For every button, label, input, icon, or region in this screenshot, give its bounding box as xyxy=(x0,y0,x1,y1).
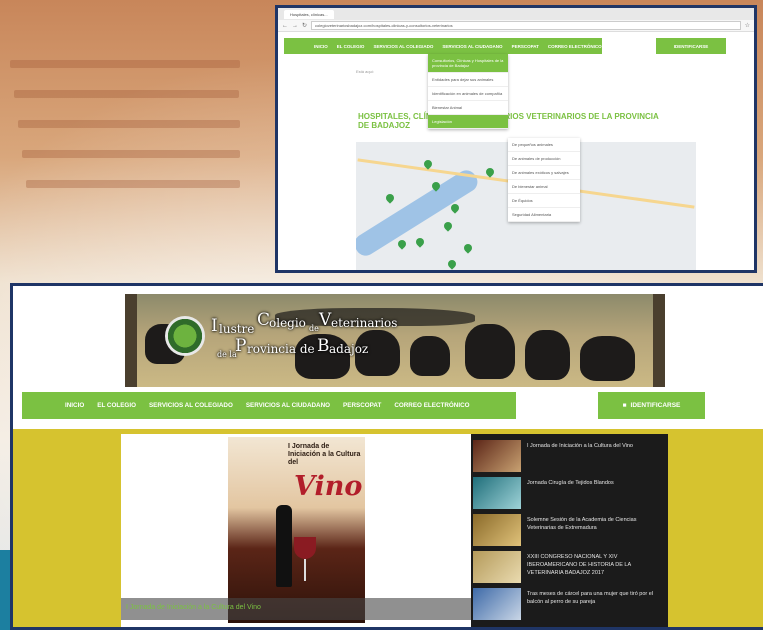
keyboard-row xyxy=(26,180,240,188)
goat-shape xyxy=(465,324,515,379)
browser-tab[interactable]: Hospitales, clínicas... xyxy=(284,9,334,19)
url-field[interactable]: colegioveterinariosbadajoz.com/hospitale… xyxy=(311,21,741,30)
star-icon[interactable]: ☆ xyxy=(745,22,750,29)
news-thumbnail xyxy=(473,440,521,472)
services-dropdown: Consultorios, Clínicas y Hospitales de l… xyxy=(428,54,508,129)
news-thumbnail xyxy=(473,551,521,583)
submenu-item[interactable]: De pequeños animales xyxy=(508,138,580,152)
news-list: I Jornada de Iniciación a la Cultura del… xyxy=(471,434,668,627)
college-name: I lustre C olegio de V eterinarios de la… xyxy=(211,310,398,359)
event-poster[interactable]: I Jornada de Iniciación a la Cultura del… xyxy=(228,437,365,623)
nav-el-colegio[interactable]: EL COLEGIO xyxy=(97,402,136,409)
reload-icon[interactable]: ↻ xyxy=(302,22,307,29)
poster-word: Vino xyxy=(294,471,363,502)
clinic-pin-icon[interactable] xyxy=(442,220,454,232)
clinic-pin-icon[interactable] xyxy=(462,242,474,254)
news-title[interactable]: I Jornada de Iniciación a la Cultura del… xyxy=(527,442,663,450)
nav-inicio[interactable]: INICIO xyxy=(65,402,84,409)
clinic-pin-icon[interactable] xyxy=(446,258,458,270)
dropdown-item[interactable]: Entidades para dejar sus animales xyxy=(428,73,508,87)
dropdown-item[interactable]: Identificación en animales de compañía xyxy=(428,87,508,101)
nav-correo[interactable]: CORREO ELECTRÓNICO xyxy=(394,402,469,409)
identify-button[interactable]: IDENTIFICARSE xyxy=(656,38,726,54)
slide-caption: I Jornada de Iniciación a la Cultura del… xyxy=(121,598,471,620)
news-item[interactable]: Jornada Cirugía de Tejidos Blandos xyxy=(473,475,666,511)
news-title[interactable]: XXIII CONGRESO NACIONAL Y XIV IBEROAMERI… xyxy=(527,553,663,577)
news-item[interactable]: Tras meses de cárcel para una mujer que … xyxy=(473,586,666,622)
header-banner: I lustre C olegio de V eterinarios de la… xyxy=(125,294,665,387)
goat-shape xyxy=(580,336,635,381)
news-thumbnail xyxy=(473,514,521,546)
identify-label: IDENTIFICARSE xyxy=(630,402,681,409)
dropdown-item[interactable]: Bienestar Animal xyxy=(428,101,508,115)
nav-perscopat[interactable]: PERSCOPAT xyxy=(512,44,539,49)
submenu-item[interactable]: De animales exóticos y salvajes xyxy=(508,166,580,180)
nav-el-colegio[interactable]: EL COLEGIO xyxy=(337,44,365,49)
clinic-pin-icon[interactable] xyxy=(384,192,396,204)
clinic-pin-icon[interactable] xyxy=(414,236,426,248)
top-main-nav: INICIO EL COLEGIO SERVICIOS AL COLEGIADO… xyxy=(284,38,602,54)
submenu-item[interactable]: De animales de producción xyxy=(508,152,580,166)
forward-icon[interactable]: → xyxy=(292,23,298,29)
featured-slider[interactable]: I Jornada de Iniciación a la Cultura del… xyxy=(121,434,471,627)
services-submenu: De pequeños animales De animales de prod… xyxy=(508,138,580,222)
news-item[interactable]: I Jornada de Iniciación a la Cultura del… xyxy=(473,438,666,474)
news-title[interactable]: Tras meses de cárcel para una mujer que … xyxy=(527,590,663,606)
nav-perscopat[interactable]: PERSCOPAT xyxy=(343,402,381,409)
nav-servicios-ciudadano[interactable]: SERVICIOS AL CIUDADANO xyxy=(442,44,502,49)
submenu-item[interactable]: De Équidos xyxy=(508,194,580,208)
nav-servicios-ciudadano[interactable]: SERVICIOS AL CIUDADANO xyxy=(246,402,330,409)
keyboard-row xyxy=(14,90,239,98)
nav-inicio[interactable]: INICIO xyxy=(314,44,328,49)
keyboard-row xyxy=(10,60,240,68)
main-nav: INICIO EL COLEGIO SERVICIOS AL COLEGIADO… xyxy=(22,392,516,419)
nav-servicios-colegiado[interactable]: SERVICIOS AL COLEGIADO xyxy=(373,44,433,49)
news-title[interactable]: Solemne Sesión de la Academia de Ciencia… xyxy=(527,516,663,532)
browser-tab-bar: Hospitales, clínicas... xyxy=(278,8,754,20)
page-title: HOSPITALES, CLÍNICAS Y CONSULTORIOS VETE… xyxy=(358,112,659,130)
college-logo[interactable] xyxy=(165,316,205,356)
dropdown-item[interactable]: Consultorios, Clínicas y Hospitales de l… xyxy=(428,54,508,73)
keyboard-row xyxy=(18,120,240,128)
address-bar: ← → ↻ colegioveterinariosbadajoz.com/hos… xyxy=(278,20,754,32)
nav-correo[interactable]: CORREO ELECTRÓNICO xyxy=(548,44,602,49)
identify-label: IDENTIFICARSE xyxy=(673,43,709,49)
keyboard-row xyxy=(22,150,240,158)
login-icon: ■ xyxy=(622,402,627,409)
bottom-site-screenshot: I lustre C olegio de V eterinarios de la… xyxy=(10,283,763,630)
slide-caption-text[interactable]: I Jornada de Iniciación a la Cultura del… xyxy=(126,604,261,611)
news-thumbnail xyxy=(473,588,521,620)
breadcrumb: Está aquí: xyxy=(356,69,375,74)
clinic-pin-icon[interactable] xyxy=(396,238,408,250)
top-browser-screenshot: Hospitales, clínicas... ← → ↻ colegiovet… xyxy=(275,5,757,273)
news-item[interactable]: XXIII CONGRESO NACIONAL Y XIV IBEROAMERI… xyxy=(473,549,666,585)
news-thumbnail xyxy=(473,477,521,509)
tree-trunk xyxy=(653,294,665,387)
poster-title: I Jornada de Iniciación a la Cultura del xyxy=(288,443,361,466)
dropdown-item[interactable]: Legislación xyxy=(428,115,508,129)
identify-button[interactable]: ■ IDENTIFICARSE xyxy=(598,392,705,419)
wine-bottle xyxy=(276,505,292,587)
news-title[interactable]: Jornada Cirugía de Tejidos Blandos xyxy=(527,479,663,487)
goat-shape xyxy=(525,330,570,380)
nav-servicios-colegiado[interactable]: SERVICIOS AL COLEGIADO xyxy=(149,402,233,409)
glass-stem xyxy=(304,559,306,581)
submenu-item[interactable]: Seguridad Alimentaria xyxy=(508,208,580,222)
submenu-item[interactable]: De bienestar animal xyxy=(508,180,580,194)
news-item[interactable]: Solemne Sesión de la Academia de Ciencia… xyxy=(473,512,666,548)
tree-trunk xyxy=(125,294,137,387)
back-icon[interactable]: ← xyxy=(282,23,288,29)
wine-glass xyxy=(294,537,316,559)
